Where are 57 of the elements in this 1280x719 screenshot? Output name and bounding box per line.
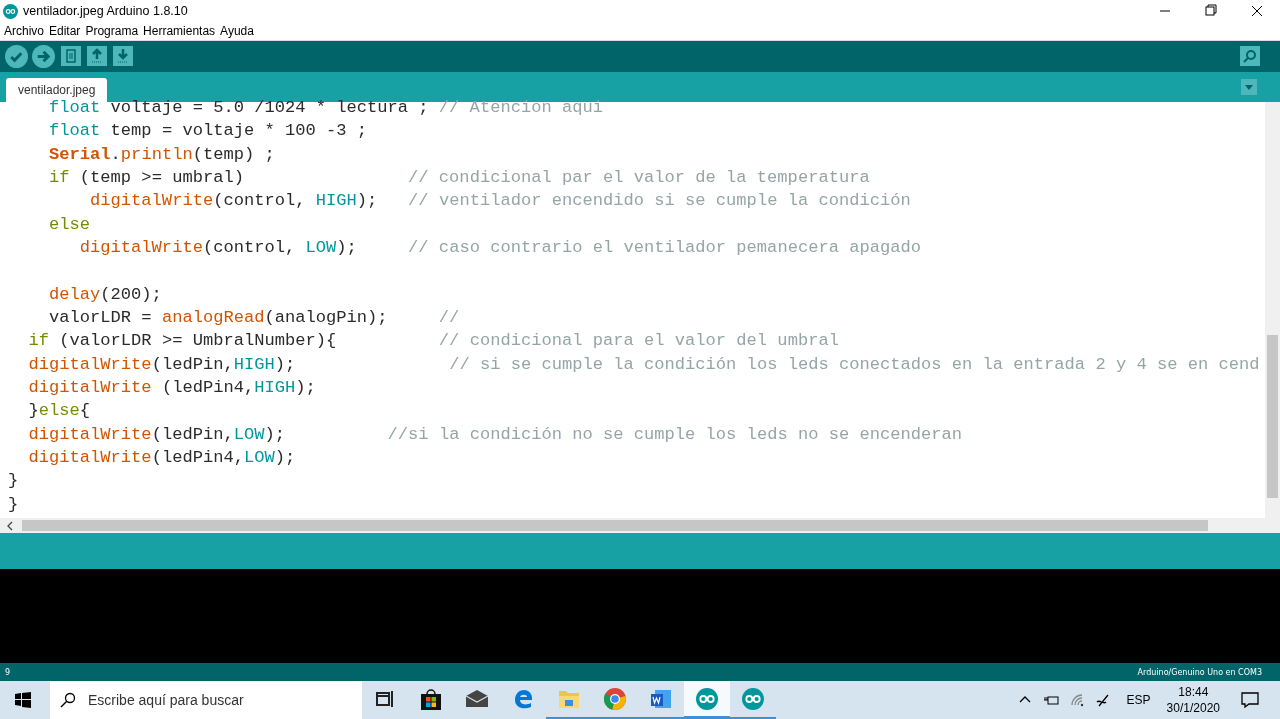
- infinity-icon: [695, 686, 719, 711]
- line-number: 9: [5, 667, 11, 677]
- code-line: Serial.println(temp) ;: [48, 144, 275, 164]
- code-line: }else{: [27, 401, 91, 421]
- search-icon: [60, 692, 76, 708]
- language-indicator[interactable]: ESP: [1126, 693, 1151, 707]
- save-button[interactable]: [113, 46, 133, 67]
- search-field[interactable]: Escribe aquí para buscar: [50, 681, 362, 719]
- code-line: }: [8, 494, 19, 514]
- infinity-logo-icon: [3, 3, 18, 19]
- code-line: digitalWrite(control, LOW);: [78, 237, 358, 257]
- word-document-icon: [649, 687, 673, 711]
- code-line: if (valorLDR >= UmbralNumber){: [27, 331, 338, 351]
- menu-item[interactable]: Programa: [85, 24, 139, 38]
- infinity-icon: [741, 687, 765, 711]
- windows-start-icon[interactable]: [15, 692, 31, 708]
- code-line: else: [48, 214, 91, 234]
- code-line: digitalWrite(ledPin,HIGH);: [27, 354, 297, 374]
- code-line: digitalWrite(control, HIGH);: [89, 191, 379, 211]
- menu-item[interactable]: Ayuda: [220, 24, 254, 38]
- upload-button[interactable]: [32, 44, 55, 68]
- horizontal-scrollbar[interactable]: [0, 518, 1280, 534]
- code-comment: //si la condición no se cumple los leds no se encenderan: [387, 424, 963, 444]
- clock-date[interactable]: 30/1/2020: [1166, 700, 1220, 716]
- menu-item[interactable]: Archivo: [4, 24, 44, 38]
- dropdown-icon[interactable]: [1241, 78, 1257, 95]
- code-line: if (temp >= umbral): [48, 167, 245, 187]
- open-button[interactable]: [87, 46, 107, 67]
- code-line: delay(200);: [48, 284, 162, 304]
- code-line: digitalWrite(ledPin,LOW);: [27, 424, 286, 444]
- store-bag-icon: [419, 687, 443, 711]
- code-comment: //: [438, 307, 460, 327]
- code-line: digitalWrite(ledPin4,LOW);: [27, 448, 296, 468]
- code-comment: // condicional para el valor del umbral: [438, 331, 839, 351]
- serial-monitor-button[interactable]: [1240, 46, 1260, 67]
- code-line: valorLDR = analogRead(analogPin);: [48, 307, 389, 327]
- notification-icon[interactable]: [1240, 690, 1260, 710]
- code-line: float temp = voltaje * 100 -3 ;: [48, 121, 368, 141]
- code-line: digitalWrite (ledPin4,HIGH);: [27, 378, 316, 397]
- code-comment: // si se cumple la condición los leds conectados en la entrada 2 y 4 se en cend: [449, 354, 1260, 374]
- menu-item[interactable]: Editar: [49, 24, 81, 38]
- new-button[interactable]: [61, 46, 81, 67]
- code-comment: // caso contrario el ventilador pemanecera apagado: [408, 237, 921, 257]
- code-comment: // condicional par el valor de la temperatura: [408, 167, 870, 187]
- window-title: ventilador.jpeg Arduino 1.8.10: [23, 4, 188, 18]
- code-comment: // Atencion aqui: [438, 97, 603, 117]
- wifi-icon[interactable]: [1068, 692, 1085, 708]
- chrome-circle-icon: [603, 687, 627, 711]
- pen-icon[interactable]: [1094, 692, 1111, 708]
- board-label: Arduino/Genuino Uno en COM3: [1137, 667, 1262, 677]
- verify-button[interactable]: [5, 44, 28, 68]
- code-line: }: [8, 471, 19, 491]
- scroll-left-icon[interactable]: [6, 520, 14, 531]
- clock-time[interactable]: 18:44: [1178, 684, 1209, 700]
- vertical-scrollbar[interactable]: [1265, 101, 1280, 519]
- code-comment: // ventilador encendido si se cumple la condición: [408, 191, 911, 211]
- menu-item[interactable]: Herramientas: [143, 24, 216, 38]
